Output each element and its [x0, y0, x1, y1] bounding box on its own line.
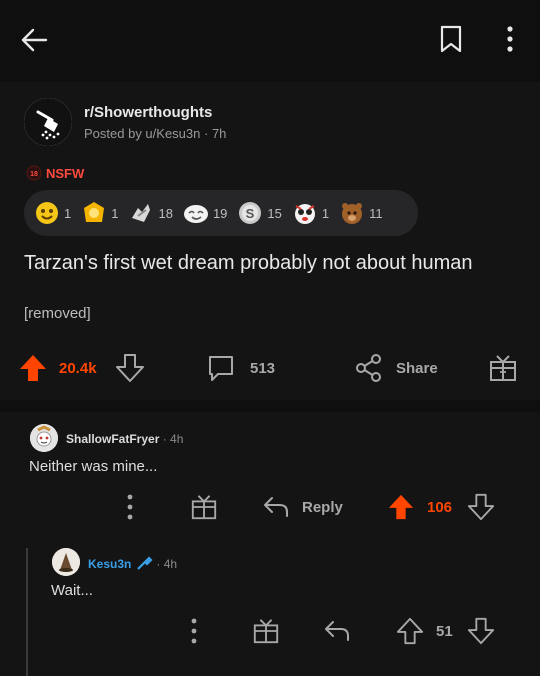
save-button[interactable] [436, 22, 466, 56]
reply-button[interactable] [323, 617, 351, 645]
silver-award-icon: S [239, 202, 262, 224]
award-item[interactable]: 1 [81, 200, 118, 226]
downvote-button[interactable] [115, 353, 145, 383]
comment-text: Neither was mine... [29, 458, 158, 475]
comment-score: 51 [436, 622, 453, 640]
award-count: 18 [158, 205, 173, 221]
upvote-button[interactable]: 20.4k [18, 353, 97, 383]
comment-text: Wait... [51, 582, 93, 599]
comment-time: · 4h [162, 432, 184, 446]
comment-count: 513 [250, 359, 276, 377]
lol-award-icon [183, 205, 208, 223]
showerhead-icon [24, 98, 72, 146]
reply-label: Reply [302, 498, 343, 516]
post-score: 20.4k [59, 359, 97, 377]
reply-arrow-icon [325, 621, 349, 641]
award-count: 15 [267, 205, 282, 221]
bookmark-icon [440, 25, 462, 53]
subreddit-name[interactable]: r/Showerthoughts [84, 104, 212, 121]
comment-score: 106 [427, 498, 453, 516]
gift-icon [490, 355, 516, 381]
more-vertical-icon [127, 494, 133, 520]
upvote-filled-icon [388, 494, 414, 520]
award-count: 19 [212, 205, 228, 221]
svg-text:18: 18 [30, 171, 38, 178]
mod-shield-icon [137, 556, 153, 570]
user-avatar-icon [52, 548, 80, 576]
award-item[interactable]: 18 [128, 200, 173, 226]
award-count: 1 [111, 205, 119, 221]
comment-more-button[interactable] [126, 494, 134, 520]
award-item[interactable]: 1 [34, 200, 71, 226]
reply-button[interactable]: Reply [262, 493, 343, 521]
downvote-icon [116, 354, 144, 382]
award-count: 11 [369, 205, 383, 221]
more-vertical-icon [507, 26, 513, 52]
comments-button[interactable]: 513 [206, 353, 275, 383]
award-count: 1 [64, 205, 72, 221]
post-meta: Posted by u/Kesu3n · 7h [84, 126, 226, 141]
comment-award-button[interactable] [190, 493, 218, 521]
post-age: 7h [211, 126, 227, 141]
svg-text:S: S [246, 206, 255, 221]
gift-icon [253, 619, 279, 644]
comment-bubble-icon [209, 356, 233, 381]
nsfw-tag: 18 NSFW [26, 165, 84, 181]
nsfw-icon: 18 [26, 165, 42, 181]
comment-award-button[interactable] [252, 617, 280, 645]
share-icon [356, 354, 381, 382]
back-button[interactable] [16, 22, 52, 58]
comment-author[interactable]: ShallowFatFryer [66, 432, 159, 446]
award-item[interactable]: S 15 [237, 200, 282, 226]
reply-arrow-icon [264, 497, 288, 517]
comment-author-line: Kesu3n · 4h [88, 556, 177, 572]
comment-author-line: ShallowFatFryer · 4h [66, 432, 183, 446]
award-item[interactable]: 11 [339, 200, 383, 226]
nested-comment-card [0, 540, 540, 676]
award-count: 1 [321, 205, 330, 221]
posted-by[interactable]: Posted by u/Kesu3n [84, 126, 200, 141]
comment-upvote-button[interactable]: 51 [396, 617, 453, 645]
share-button[interactable]: Share [354, 353, 438, 383]
post-body: [removed] [24, 305, 91, 322]
helpful-award-icon [36, 202, 58, 224]
back-arrow-icon [21, 28, 48, 52]
avatar[interactable] [52, 548, 80, 576]
comment-author[interactable]: Kesu3n [88, 557, 131, 571]
comment-downvote-button[interactable] [467, 493, 495, 521]
more-vertical-icon [191, 618, 197, 644]
comment-downvote-button[interactable] [467, 617, 495, 645]
thread-line [26, 548, 28, 676]
award-item[interactable]: 1 [292, 200, 329, 226]
take-my-energy-award-icon [132, 204, 151, 222]
award-item[interactable]: 19 [183, 200, 227, 226]
gift-icon [191, 495, 217, 520]
comment-more-button[interactable] [190, 618, 198, 644]
top-bar [0, 0, 540, 78]
bravo-award-icon [342, 203, 363, 224]
give-award-button[interactable] [488, 353, 518, 383]
snoo-avatar-icon [30, 424, 58, 452]
subreddit-avatar[interactable] [24, 98, 72, 146]
more-options-button[interactable] [496, 22, 524, 56]
upvote-filled-icon [20, 355, 46, 381]
nsfw-label: NSFW [46, 165, 85, 181]
downvote-icon [467, 617, 495, 645]
share-label: Share [396, 359, 438, 377]
post-action-bar: 20.4k 513 Share [0, 345, 540, 391]
upvote-icon [396, 617, 424, 645]
avatar[interactable] [30, 424, 58, 452]
downvote-icon [467, 493, 495, 521]
post-title: Tarzan's first wet dream probably not ab… [24, 252, 473, 274]
wholesome-award-icon [84, 202, 105, 222]
comment-time: · 4h [156, 557, 178, 571]
shocked-award-icon [294, 204, 315, 224]
meta-separator: · [203, 126, 209, 141]
comment-upvote-button[interactable]: 106 [387, 493, 452, 521]
awards-bar[interactable]: 1 1 18 19 S 15 1 11 [24, 190, 418, 236]
